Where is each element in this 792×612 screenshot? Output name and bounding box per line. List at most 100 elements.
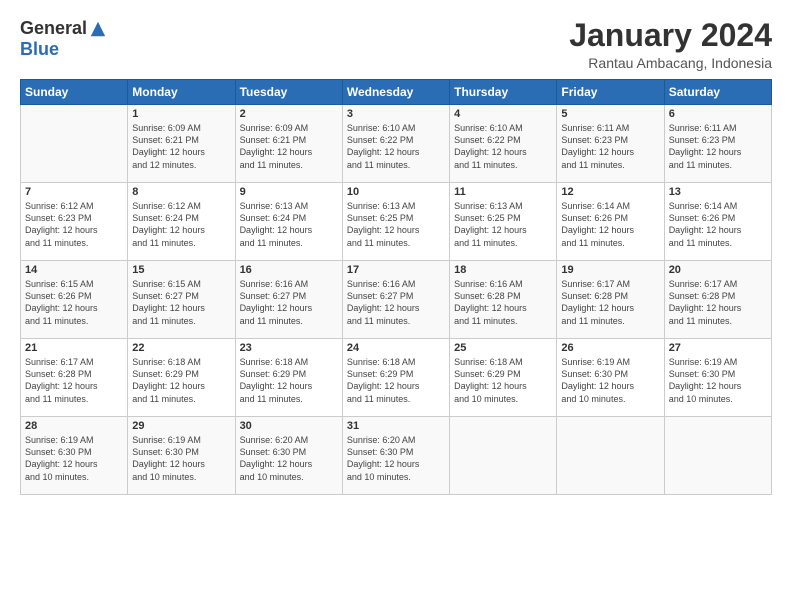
day-info: Sunrise: 6:16 AM Sunset: 6:27 PM Dayligh… <box>347 278 445 327</box>
day-number: 29 <box>132 420 230 432</box>
title-section: January 2024 Rantau Ambacang, Indonesia <box>569 18 772 71</box>
day-info: Sunrise: 6:20 AM Sunset: 6:30 PM Dayligh… <box>347 434 445 483</box>
calendar-cell: 14 Sunrise: 6:15 AM Sunset: 6:26 PM Dayli… <box>21 261 128 339</box>
day-number: 28 <box>25 420 123 432</box>
day-number: 30 <box>240 420 338 432</box>
logo: General Blue <box>20 18 107 60</box>
calendar-cell: 30 Sunrise: 6:20 AM Sunset: 6:30 PM Dayli… <box>235 417 342 495</box>
location-subtitle: Rantau Ambacang, Indonesia <box>569 55 772 71</box>
day-number: 3 <box>347 108 445 120</box>
calendar-cell: 3 Sunrise: 6:10 AM Sunset: 6:22 PM Daylig… <box>342 105 449 183</box>
day-number: 5 <box>561 108 659 120</box>
day-info: Sunrise: 6:19 AM Sunset: 6:30 PM Dayligh… <box>669 356 767 405</box>
day-info: Sunrise: 6:18 AM Sunset: 6:29 PM Dayligh… <box>454 356 552 405</box>
day-info: Sunrise: 6:18 AM Sunset: 6:29 PM Dayligh… <box>347 356 445 405</box>
calendar-cell <box>21 105 128 183</box>
day-info: Sunrise: 6:19 AM Sunset: 6:30 PM Dayligh… <box>561 356 659 405</box>
calendar-week-5: 28 Sunrise: 6:19 AM Sunset: 6:30 PM Dayli… <box>21 417 772 495</box>
calendar-cell: 7 Sunrise: 6:12 AM Sunset: 6:23 PM Daylig… <box>21 183 128 261</box>
day-number: 15 <box>132 264 230 276</box>
day-info: Sunrise: 6:09 AM Sunset: 6:21 PM Dayligh… <box>240 122 338 171</box>
day-number: 13 <box>669 186 767 198</box>
day-number: 7 <box>25 186 123 198</box>
day-info: Sunrise: 6:11 AM Sunset: 6:23 PM Dayligh… <box>561 122 659 171</box>
weekday-header-friday: Friday <box>557 80 664 105</box>
calendar-cell: 1 Sunrise: 6:09 AM Sunset: 6:21 PM Daylig… <box>128 105 235 183</box>
day-info: Sunrise: 6:14 AM Sunset: 6:26 PM Dayligh… <box>669 200 767 249</box>
day-info: Sunrise: 6:16 AM Sunset: 6:27 PM Dayligh… <box>240 278 338 327</box>
logo-icon <box>89 20 107 38</box>
day-number: 14 <box>25 264 123 276</box>
calendar-cell: 25 Sunrise: 6:18 AM Sunset: 6:29 PM Dayli… <box>450 339 557 417</box>
day-number: 31 <box>347 420 445 432</box>
day-number: 25 <box>454 342 552 354</box>
day-info: Sunrise: 6:18 AM Sunset: 6:29 PM Dayligh… <box>240 356 338 405</box>
calendar-cell: 23Sunrise: 6:18 AM Sunset: 6:29 PM Dayli… <box>235 339 342 417</box>
calendar-cell: 31 Sunrise: 6:20 AM Sunset: 6:30 PM Dayli… <box>342 417 449 495</box>
calendar-cell <box>664 417 771 495</box>
day-number: 27 <box>669 342 767 354</box>
day-info: Sunrise: 6:09 AM Sunset: 6:21 PM Dayligh… <box>132 122 230 171</box>
calendar-cell: 28 Sunrise: 6:19 AM Sunset: 6:30 PM Dayli… <box>21 417 128 495</box>
calendar-cell: 15 Sunrise: 6:15 AM Sunset: 6:27 PM Dayli… <box>128 261 235 339</box>
calendar-cell: 21 Sunrise: 6:17 AM Sunset: 6:28 PM Dayli… <box>21 339 128 417</box>
calendar-cell: 27 Sunrise: 6:19 AM Sunset: 6:30 PM Dayli… <box>664 339 771 417</box>
day-number: 24 <box>347 342 445 354</box>
day-info: Sunrise: 6:12 AM Sunset: 6:24 PM Dayligh… <box>132 200 230 249</box>
day-info: Sunrise: 6:12 AM Sunset: 6:23 PM Dayligh… <box>25 200 123 249</box>
calendar-cell: 24 Sunrise: 6:18 AM Sunset: 6:29 PM Dayli… <box>342 339 449 417</box>
calendar-cell: 9 Sunrise: 6:13 AM Sunset: 6:24 PM Daylig… <box>235 183 342 261</box>
day-number: 22 <box>132 342 230 354</box>
day-number: 11 <box>454 186 552 198</box>
calendar-cell <box>450 417 557 495</box>
day-info: Sunrise: 6:19 AM Sunset: 6:30 PM Dayligh… <box>25 434 123 483</box>
header: General Blue January 2024 Rantau Ambacan… <box>20 18 772 71</box>
day-info: Sunrise: 6:14 AM Sunset: 6:26 PM Dayligh… <box>561 200 659 249</box>
day-number: 10 <box>347 186 445 198</box>
weekday-header-wednesday: Wednesday <box>342 80 449 105</box>
month-title: January 2024 <box>569 18 772 53</box>
weekday-header-saturday: Saturday <box>664 80 771 105</box>
day-info: Sunrise: 6:13 AM Sunset: 6:25 PM Dayligh… <box>347 200 445 249</box>
day-number: 6 <box>669 108 767 120</box>
day-info: Sunrise: 6:10 AM Sunset: 6:22 PM Dayligh… <box>454 122 552 171</box>
calendar-cell: 22Sunrise: 6:18 AM Sunset: 6:29 PM Dayli… <box>128 339 235 417</box>
day-number: 12 <box>561 186 659 198</box>
day-info: Sunrise: 6:13 AM Sunset: 6:25 PM Dayligh… <box>454 200 552 249</box>
day-info: Sunrise: 6:15 AM Sunset: 6:26 PM Dayligh… <box>25 278 123 327</box>
calendar-cell: 18Sunrise: 6:16 AM Sunset: 6:28 PM Dayli… <box>450 261 557 339</box>
day-info: Sunrise: 6:19 AM Sunset: 6:30 PM Dayligh… <box>132 434 230 483</box>
calendar-week-3: 14 Sunrise: 6:15 AM Sunset: 6:26 PM Dayli… <box>21 261 772 339</box>
day-info: Sunrise: 6:10 AM Sunset: 6:22 PM Dayligh… <box>347 122 445 171</box>
calendar-table: SundayMondayTuesdayWednesdayThursdayFrid… <box>20 79 772 495</box>
weekday-header-thursday: Thursday <box>450 80 557 105</box>
day-info: Sunrise: 6:13 AM Sunset: 6:24 PM Dayligh… <box>240 200 338 249</box>
day-number: 9 <box>240 186 338 198</box>
calendar-cell: 5 Sunrise: 6:11 AM Sunset: 6:23 PM Daylig… <box>557 105 664 183</box>
day-number: 1 <box>132 108 230 120</box>
weekday-header-tuesday: Tuesday <box>235 80 342 105</box>
logo-blue-text: Blue <box>20 39 59 60</box>
day-info: Sunrise: 6:17 AM Sunset: 6:28 PM Dayligh… <box>561 278 659 327</box>
calendar-cell: 29 Sunrise: 6:19 AM Sunset: 6:30 PM Dayli… <box>128 417 235 495</box>
day-info: Sunrise: 6:15 AM Sunset: 6:27 PM Dayligh… <box>132 278 230 327</box>
day-info: Sunrise: 6:17 AM Sunset: 6:28 PM Dayligh… <box>25 356 123 405</box>
calendar-cell: 17 Sunrise: 6:16 AM Sunset: 6:27 PM Dayli… <box>342 261 449 339</box>
day-number: 21 <box>25 342 123 354</box>
day-number: 16 <box>240 264 338 276</box>
calendar-cell: 12 Sunrise: 6:14 AM Sunset: 6:26 PM Dayli… <box>557 183 664 261</box>
calendar-cell: 13 Sunrise: 6:14 AM Sunset: 6:26 PM Dayli… <box>664 183 771 261</box>
logo-general-text: General <box>20 18 87 39</box>
calendar-week-2: 7 Sunrise: 6:12 AM Sunset: 6:23 PM Daylig… <box>21 183 772 261</box>
day-info: Sunrise: 6:16 AM Sunset: 6:28 PM Dayligh… <box>454 278 552 327</box>
day-number: 20 <box>669 264 767 276</box>
calendar-cell <box>557 417 664 495</box>
weekday-header-row: SundayMondayTuesdayWednesdayThursdayFrid… <box>21 80 772 105</box>
day-number: 4 <box>454 108 552 120</box>
day-number: 17 <box>347 264 445 276</box>
calendar-week-1: 1 Sunrise: 6:09 AM Sunset: 6:21 PM Daylig… <box>21 105 772 183</box>
weekday-header-monday: Monday <box>128 80 235 105</box>
calendar-week-4: 21 Sunrise: 6:17 AM Sunset: 6:28 PM Dayli… <box>21 339 772 417</box>
day-info: Sunrise: 6:20 AM Sunset: 6:30 PM Dayligh… <box>240 434 338 483</box>
page-container: General Blue January 2024 Rantau Ambacan… <box>0 0 792 612</box>
